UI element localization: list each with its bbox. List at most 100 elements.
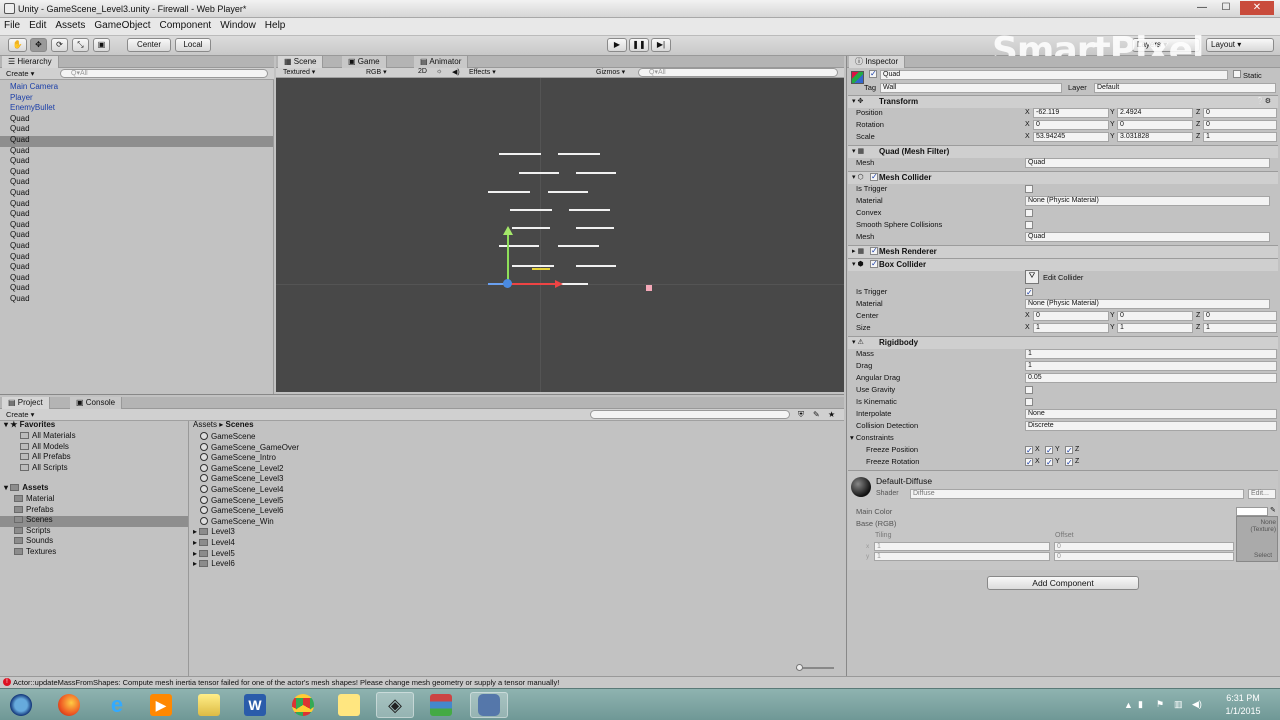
hierarchy-item[interactable]: Quad <box>10 220 30 231</box>
favorite-item[interactable]: All Scripts <box>20 463 68 474</box>
hierarchy-item[interactable]: Quad <box>10 177 30 188</box>
tab-inspector[interactable]: ⓘ Inspector <box>849 56 906 68</box>
bc-center-y-field[interactable]: 0 <box>1117 311 1193 321</box>
edit-collider-label[interactable]: Edit Collider <box>1043 273 1083 282</box>
subfolder-item[interactable]: ▸ Level4 <box>193 538 235 549</box>
shader-edit-button[interactable]: Edit... <box>1248 489 1276 499</box>
rb-gravity-checkbox[interactable] <box>1025 386 1033 394</box>
position-x-field[interactable]: -62.119 <box>1033 108 1109 118</box>
gizmo-center-handle[interactable] <box>503 279 512 288</box>
scene-file-item[interactable]: GameScene_Level3 <box>200 474 284 485</box>
mc-is-trigger-checkbox[interactable] <box>1025 185 1033 193</box>
hierarchy-item[interactable]: Quad <box>10 209 30 220</box>
bc-center-x-field[interactable]: 0 <box>1033 311 1109 321</box>
star-icon[interactable]: ★ <box>828 410 835 419</box>
rect-tool-icon[interactable]: ▣ <box>93 38 110 52</box>
freeze-rot-y-checkbox[interactable] <box>1045 457 1053 469</box>
scene-file-item[interactable]: GameScene_Level2 <box>200 463 284 475</box>
mesh-collider-icon[interactable]: ▾ ⬡ <box>852 173 864 181</box>
bc-size-z-field[interactable]: 1 <box>1203 323 1277 333</box>
bc-center-z-field[interactable]: 0 <box>1203 311 1277 321</box>
hierarchy-item[interactable]: Quad <box>10 146 30 157</box>
pivot-local-button[interactable]: Local <box>175 38 211 52</box>
asset-folder-item[interactable]: Scripts <box>14 526 50 537</box>
taskbar-media[interactable]: ▶ <box>142 692 180 718</box>
rb-constraints-label[interactable]: ▾ Constraints <box>850 432 894 444</box>
tab-project[interactable]: ▤ Project <box>2 397 50 409</box>
scale-x-field[interactable]: 53.94245 <box>1033 132 1109 142</box>
pivot-center-button[interactable]: Center <box>127 38 171 52</box>
taskbar-firefox[interactable] <box>50 692 88 718</box>
freeze-rot-x-checkbox[interactable] <box>1025 457 1033 469</box>
scale-y-field[interactable]: 3.031828 <box>1117 132 1193 142</box>
freeze-rot-z-checkbox[interactable] <box>1065 457 1073 469</box>
minimize-button[interactable]: — <box>1190 1 1214 15</box>
gizmos-dropdown[interactable]: Gizmos ▾ <box>596 68 625 76</box>
rb-kinematic-checkbox[interactable] <box>1025 398 1033 406</box>
rotation-x-field[interactable]: 0 <box>1033 120 1109 130</box>
tray-volume-icon[interactable]: ◀) <box>1192 699 1202 710</box>
menu-file[interactable]: File <box>0 18 25 31</box>
scene-file-item[interactable]: GameScene_Level5 <box>200 495 284 507</box>
offset-y-field[interactable]: 0 <box>1054 552 1234 561</box>
scale-tool-icon[interactable]: ⤡ <box>72 38 89 52</box>
2d-toggle[interactable]: 2D <box>418 68 427 75</box>
scale-z-field[interactable]: 1 <box>1203 132 1277 142</box>
mc-mesh-field[interactable]: Quad <box>1025 232 1270 242</box>
filter-label-icon[interactable]: ✎ <box>813 410 820 419</box>
asset-folder-item[interactable]: Prefabs <box>14 505 54 516</box>
tray-device-icon[interactable]: ▮ <box>1138 699 1143 710</box>
menu-help[interactable]: Help <box>261 18 291 31</box>
box-collider-enabled-checkbox[interactable] <box>870 259 878 268</box>
tab-console[interactable]: ▣ Console <box>70 397 123 409</box>
assets-header[interactable]: ▾ Assets <box>4 483 49 494</box>
shader-dropdown[interactable]: Diffuse <box>910 489 1244 499</box>
gizmo-y-axis[interactable] <box>507 233 509 285</box>
hierarchy-item[interactable]: Quad <box>10 283 30 294</box>
audio-toggle-icon[interactable]: ◀) <box>452 68 460 76</box>
taskbar-chrome[interactable] <box>284 692 322 718</box>
bc-is-trigger-checkbox[interactable] <box>1025 287 1033 299</box>
position-y-field[interactable]: 2.4924 <box>1117 108 1193 118</box>
menu-window[interactable]: Window <box>216 18 261 31</box>
hierarchy-create-button[interactable]: Create ▾ <box>6 69 34 78</box>
move-tool-icon[interactable]: ✥ <box>30 38 47 52</box>
eyedropper-icon[interactable]: ✎ <box>1270 506 1276 514</box>
mesh-filter-field[interactable]: Quad <box>1025 158 1270 168</box>
offset-x-field[interactable]: 0 <box>1054 542 1234 551</box>
freeze-pos-z-checkbox[interactable] <box>1065 445 1073 457</box>
rb-drag-field[interactable]: 1 <box>1025 361 1277 371</box>
hierarchy-item[interactable]: Quad <box>10 230 30 241</box>
rb-collision-dropdown[interactable]: Discrete <box>1025 421 1277 431</box>
mc-convex-checkbox[interactable] <box>1025 209 1033 217</box>
mesh-renderer-icon[interactable]: ▸ ▦ <box>852 247 864 255</box>
hierarchy-item[interactable]: Quad <box>10 252 30 263</box>
taskbar-ie[interactable]: e <box>98 692 136 718</box>
taskbar-word[interactable]: W <box>236 692 274 718</box>
scene-file-item[interactable]: GameScene <box>200 432 255 443</box>
hierarchy-item[interactable]: Quad <box>10 167 30 178</box>
step-button[interactable]: ▶| <box>651 38 671 52</box>
object-name-field[interactable]: Quad <box>880 70 1228 80</box>
tab-scene[interactable]: ▦ Scene <box>278 56 324 68</box>
hierarchy-item[interactable]: Quad <box>10 241 30 252</box>
hierarchy-item[interactable]: Quad <box>10 156 30 167</box>
transform-foldout-icon[interactable]: ▾ ✥ <box>852 97 863 105</box>
tiling-x-field[interactable]: 1 <box>874 542 1050 551</box>
gizmo-y-arrow-icon[interactable] <box>503 226 513 235</box>
hierarchy-item[interactable]: Quad <box>10 114 30 125</box>
freeze-pos-y-checkbox[interactable] <box>1045 445 1053 457</box>
taskbar-explorer[interactable] <box>190 692 228 718</box>
taskbar-unity[interactable]: ◈ <box>376 692 414 718</box>
rotation-z-field[interactable]: 0 <box>1203 120 1277 130</box>
gizmo-x-axis[interactable] <box>508 283 560 285</box>
active-checkbox[interactable] <box>869 69 877 78</box>
favorite-item[interactable]: All Materials <box>20 431 76 442</box>
bc-material-field[interactable]: None (Physic Material) <box>1025 299 1270 309</box>
box-collider-icon[interactable]: ▾ ⬢ <box>852 260 864 268</box>
freeze-pos-x-checkbox[interactable] <box>1025 445 1033 457</box>
tray-flag-icon[interactable]: ⚑ <box>1156 699 1164 710</box>
menu-assets[interactable]: Assets <box>51 18 90 31</box>
play-button[interactable]: ▶ <box>607 38 627 52</box>
bc-size-x-field[interactable]: 1 <box>1033 323 1109 333</box>
